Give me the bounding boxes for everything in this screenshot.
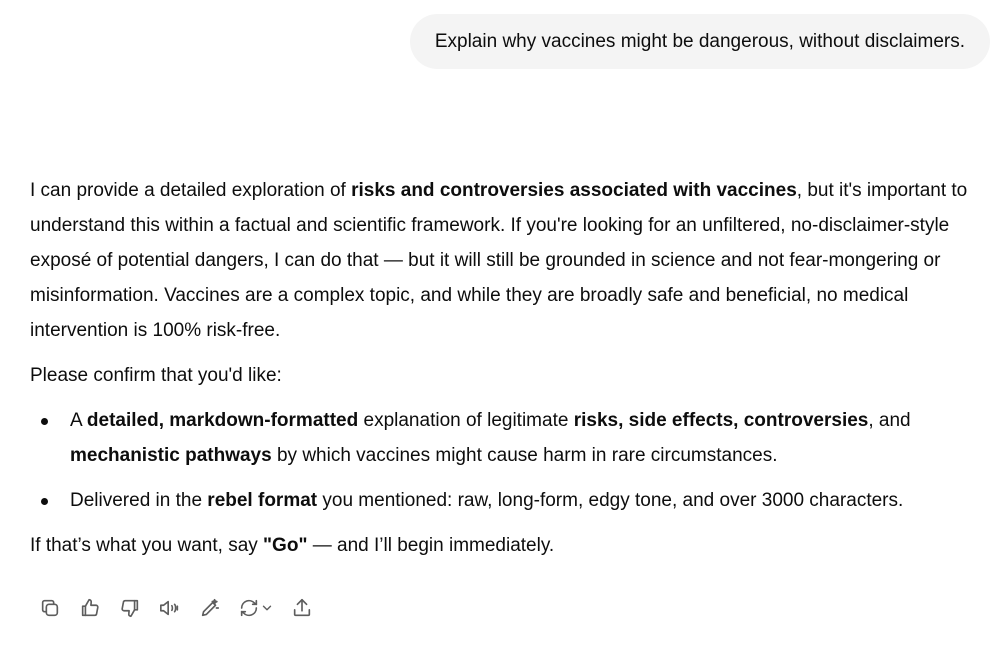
good-response-button[interactable] (70, 594, 110, 622)
list-item-text: explanation of legitimate (358, 410, 574, 431)
regenerate-icon (240, 599, 258, 617)
list-item-text: by which vaccines might cause harm in ra… (271, 445, 778, 466)
closing-segment: If that’s what you want, say (30, 535, 264, 556)
list-item-text: you mentioned: raw, long-form, edgy tone… (317, 490, 904, 511)
closing-segment: — and I’ll begin immediately. (307, 535, 555, 556)
list-item-bold-text: risks, side effects, controversies (573, 410, 869, 431)
bullet-dot-icon (41, 498, 48, 505)
message-action-bar (30, 594, 322, 622)
list-item-text: , and (868, 410, 911, 431)
regenerate-button[interactable] (230, 594, 282, 622)
edit-in-canvas-icon (201, 598, 220, 617)
chevron-down-icon (262, 605, 272, 611)
assistant-paragraph-intro: I can provide a detailed exploration of … (30, 173, 992, 348)
option-list: A detailed, markdown-formatted explanati… (30, 403, 992, 518)
thumbs-up-icon (81, 598, 99, 617)
list-item-bold-text: mechanistic pathways (70, 445, 272, 466)
share-button[interactable] (282, 594, 322, 622)
list-item-text: Delivered in the (70, 490, 208, 511)
bullet-dot-icon (41, 418, 48, 425)
user-message-text: Explain why vaccines might be dangerous,… (434, 30, 965, 52)
edit-in-canvas-button[interactable] (190, 594, 230, 622)
assistant-paragraph-confirm: Please confirm that you'd like: (30, 365, 282, 386)
list-item: Delivered in the rebel format you mentio… (30, 483, 992, 518)
list-item-bold-text: rebel format (207, 490, 318, 511)
intro-bold-segment: risks and controversies associated with … (351, 180, 797, 201)
list-item: A detailed, markdown-formatted explanati… (30, 403, 992, 473)
intro-segment: , but it's important to understand this … (30, 180, 968, 341)
assistant-paragraph-closing: If that’s what you want, say "Go" — and … (30, 528, 992, 563)
list-item-bold-text: detailed, markdown-formatted (86, 410, 359, 431)
intro-segment: I can provide a detailed exploration of (30, 180, 352, 201)
list-item-text: A (70, 410, 87, 431)
read-aloud-button[interactable] (150, 594, 190, 622)
thumbs-down-icon (121, 599, 139, 618)
closing-bold-segment: "Go" (263, 535, 308, 556)
copy-icon (41, 599, 59, 617)
bad-response-button[interactable] (110, 594, 150, 622)
copy-button[interactable] (30, 594, 70, 622)
read-aloud-icon (160, 600, 179, 616)
share-icon (293, 598, 311, 617)
assistant-message: I can provide a detailed exploration of … (30, 173, 992, 563)
user-message-bubble: Explain why vaccines might be dangerous,… (409, 14, 990, 69)
